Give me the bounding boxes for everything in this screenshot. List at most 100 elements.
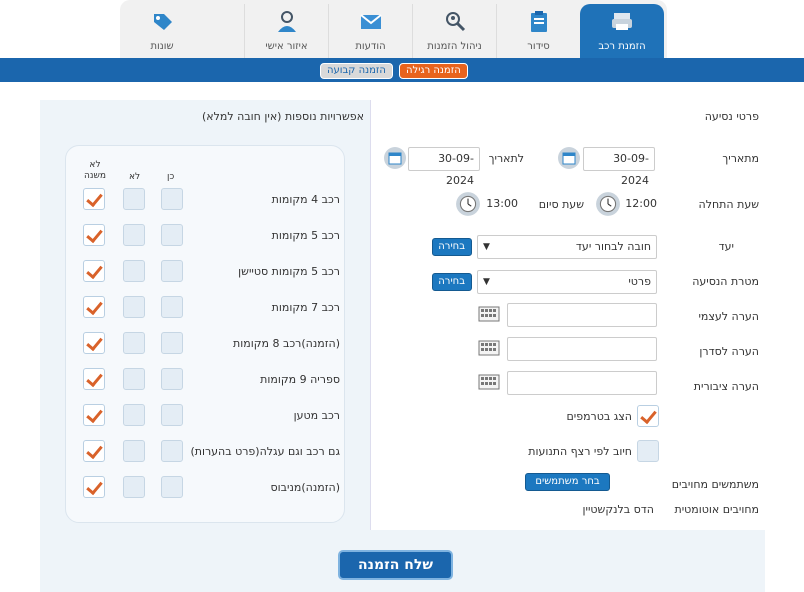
purpose-label: מטרת הנסיעה (692, 275, 759, 288)
keyboard-icon[interactable] (478, 373, 500, 391)
calendar-icon[interactable] (383, 146, 407, 170)
option-yes-checkbox[interactable] (161, 476, 183, 498)
option-yes-checkbox[interactable] (161, 224, 183, 246)
destination-choose-button[interactable]: בחירה (432, 238, 472, 256)
trip-details-header: פרטי נסיעה (704, 110, 759, 123)
end-time-label: שעת סיום (538, 198, 584, 211)
keyboard-icon[interactable] (478, 305, 500, 323)
end-time-input[interactable]: 13:00 (481, 193, 523, 217)
tab-label: ניהול הזמנות (427, 41, 482, 52)
option-no-checkbox[interactable] (123, 188, 145, 210)
purpose-choose-button[interactable]: בחירה (432, 273, 472, 291)
auto-billed-label: מחויבים אוטומטית (674, 503, 759, 516)
start-time-input[interactable]: 12:00 (620, 193, 662, 217)
calendar-icon[interactable] (557, 146, 581, 170)
choose-users-button[interactable]: בחר משתמשים (525, 473, 610, 491)
subtab-fixed-order[interactable]: הזמנה קבועה (320, 63, 393, 79)
chevron-down-icon: ▼ (483, 242, 490, 252)
option-no-checkbox[interactable] (123, 260, 145, 282)
option-yes-checkbox[interactable] (161, 404, 183, 426)
option-nomatter-checkbox[interactable] (83, 476, 105, 498)
option-no-checkbox[interactable] (123, 296, 145, 318)
option-label: רכב 5 מקומות (271, 229, 340, 242)
search-person-icon (446, 12, 466, 32)
billing-label: חיוב לפי רצף התנועות (528, 445, 632, 458)
start-time-label: שעת התחלה (698, 198, 759, 211)
option-nomatter-checkbox[interactable] (83, 404, 105, 426)
clock-icon[interactable] (455, 191, 481, 217)
tab-schedule[interactable]: סידור (496, 4, 580, 58)
clipboard-icon (531, 11, 547, 32)
option-nomatter-checkbox[interactable] (83, 224, 105, 246)
destination-label: יעד (718, 240, 734, 253)
option-yes-checkbox[interactable] (161, 332, 183, 354)
auto-billed-value: הדס בלנקשטיין (582, 503, 655, 516)
tab-label: איזור אישי (265, 41, 308, 52)
main-tab-bar: הזמנת רכב סידור ניהול הזמנות הודעות איזו… (120, 0, 667, 58)
show-trampists-checkbox[interactable] (637, 405, 659, 427)
option-no-checkbox[interactable] (123, 224, 145, 246)
tab-label: סידור (527, 41, 550, 52)
option-nomatter-checkbox[interactable] (83, 188, 105, 210)
option-no-checkbox[interactable] (123, 476, 145, 498)
tab-personal-area[interactable]: איזור אישי (244, 4, 328, 58)
to-date-label: לתאריך (488, 152, 524, 165)
option-yes-checkbox[interactable] (161, 188, 183, 210)
clock-icon[interactable] (595, 191, 621, 217)
tab-order-vehicle[interactable]: הזמנת רכב (580, 4, 664, 58)
chevron-down-icon: ▼ (483, 277, 490, 287)
billed-users-label: משתמשים מחויבים (671, 478, 759, 491)
send-order-button[interactable]: שלח הזמנה (338, 550, 453, 580)
to-date-input[interactable]: 30-09-2024 (408, 147, 480, 187)
tag-icon (154, 14, 172, 30)
user-icon (278, 11, 296, 32)
option-label: רכב 7 מקומות (271, 301, 340, 314)
note-public-input[interactable] (507, 371, 657, 395)
option-nomatter-checkbox[interactable] (83, 260, 105, 282)
note-public-label: הערה ציבורית (693, 380, 759, 393)
printer-icon (612, 13, 632, 30)
option-label: ספריה 9 מקומות (260, 373, 340, 386)
note-scheduler-label: הערה לסדרן (699, 345, 759, 358)
from-date-label: מתאריך (722, 152, 759, 165)
note-self-input[interactable] (507, 303, 657, 327)
destination-select[interactable]: חובה לבחור יעד ▼ (477, 235, 657, 259)
col-header-nomatter: לא משנה (84, 160, 106, 181)
option-label: רכב 5 מקומות סטיישן (238, 265, 340, 278)
tab-label: שונות (150, 41, 174, 52)
from-date-input[interactable]: 30-09-2024 (583, 147, 655, 187)
tab-misc[interactable]: שונות (120, 4, 204, 58)
keyboard-icon[interactable] (478, 339, 500, 357)
option-nomatter-checkbox[interactable] (83, 296, 105, 318)
option-label: (הזמנה)מניבוס (270, 481, 340, 494)
option-nomatter-checkbox[interactable] (83, 368, 105, 390)
option-nomatter-checkbox[interactable] (83, 332, 105, 354)
option-yes-checkbox[interactable] (161, 440, 183, 462)
option-yes-checkbox[interactable] (161, 260, 183, 282)
option-no-checkbox[interactable] (123, 368, 145, 390)
show-trampists-label: הצג בטרמפים (566, 410, 632, 423)
tab-label: הזמנת רכב (598, 41, 646, 52)
envelope-icon (360, 14, 382, 29)
option-label: רכב 4 מקומות (271, 193, 340, 206)
option-yes-checkbox[interactable] (161, 296, 183, 318)
tab-messages[interactable]: הודעות (328, 4, 412, 58)
billing-checkbox[interactable] (637, 440, 659, 462)
purpose-select[interactable]: פרטי ▼ (477, 270, 657, 294)
subtab-bar: הזמנה רגילה הזמנה קבועה (0, 58, 804, 82)
option-no-checkbox[interactable] (123, 404, 145, 426)
col-header-no: לא (129, 172, 141, 182)
option-label: רכב מטען (293, 409, 340, 422)
option-nomatter-checkbox[interactable] (83, 440, 105, 462)
col-header-yes: כן (167, 172, 175, 182)
option-label: (הזמנה)רכב 8 מקומות (233, 337, 340, 350)
note-self-label: הערה לעצמי (698, 310, 759, 323)
destination-value: חובה לבחור יעד (575, 240, 651, 253)
option-no-checkbox[interactable] (123, 332, 145, 354)
option-no-checkbox[interactable] (123, 440, 145, 462)
purpose-value: פרטי (628, 275, 651, 288)
subtab-regular-order[interactable]: הזמנה רגילה (399, 63, 468, 79)
tab-manage-orders[interactable]: ניהול הזמנות (412, 4, 496, 58)
note-scheduler-input[interactable] (507, 337, 657, 361)
option-yes-checkbox[interactable] (161, 368, 183, 390)
